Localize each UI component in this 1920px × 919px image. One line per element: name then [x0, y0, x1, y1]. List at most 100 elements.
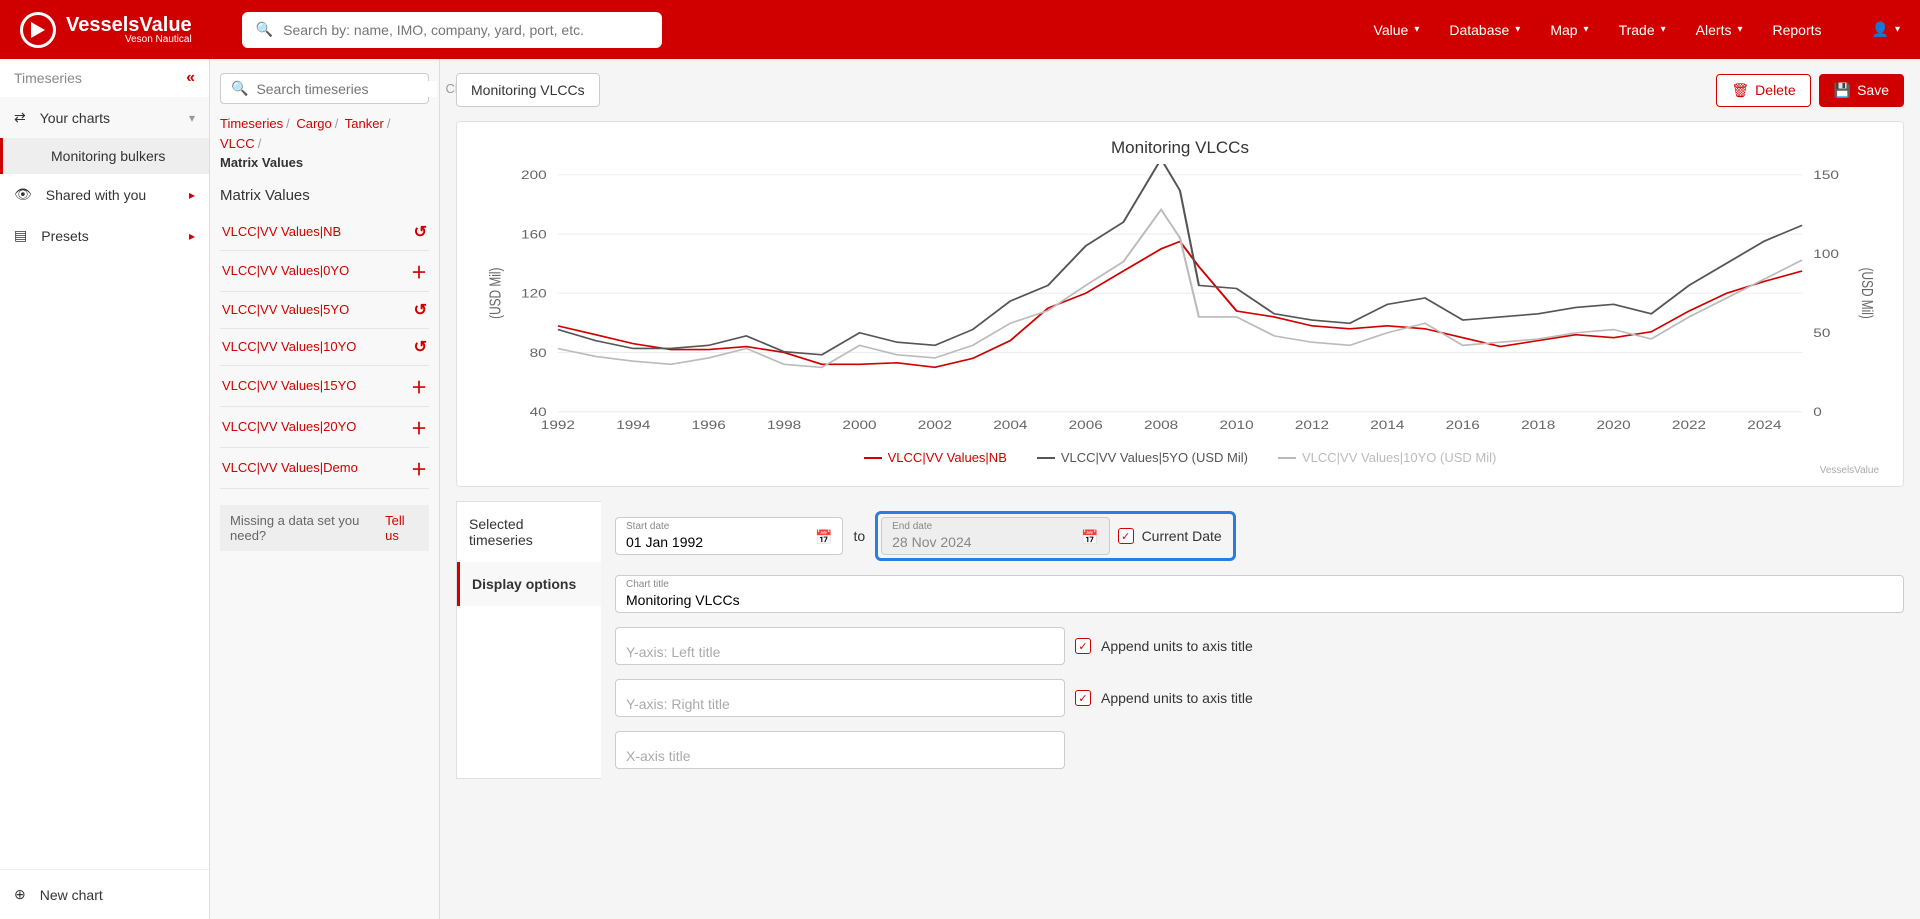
svg-text:1996: 1996	[692, 419, 727, 432]
plus-circle-icon: ⊕	[14, 886, 26, 903]
legend-item[interactable]: VLCC|VV Values|5YO (USD Mil)	[1037, 450, 1248, 465]
svg-text:2002: 2002	[918, 419, 952, 432]
user-menu[interactable]: 👤▾	[1872, 21, 1900, 38]
search-icon: 🔍	[231, 80, 248, 97]
timeseries-item[interactable]: VLCC|VV Values|5YO↺	[220, 292, 429, 329]
append-units-right-checkbox[interactable]: ✓	[1075, 690, 1091, 706]
svg-text:2000: 2000	[842, 419, 877, 432]
sidebar-chart-item[interactable]: Monitoring bulkers	[0, 138, 209, 174]
chevron-down-icon: ▾	[1661, 24, 1666, 35]
chart-canvas[interactable]: 4080120160200050100150199219941996199820…	[481, 164, 1879, 444]
svg-text:40: 40	[530, 406, 548, 419]
svg-text:80: 80	[530, 346, 548, 359]
global-search-input[interactable]	[283, 22, 648, 38]
chart-card: Monitoring VLCCs 40801201602000501001501…	[456, 121, 1904, 487]
timeseries-search-input[interactable]	[256, 81, 437, 97]
timeseries-item[interactable]: VLCC|VV Values|Demo＋	[220, 448, 429, 489]
tell-us-link[interactable]: Tell us	[385, 513, 419, 543]
svg-text:2016: 2016	[1446, 419, 1481, 432]
crumb-link[interactable]: Cargo	[296, 116, 331, 131]
top-nav: Value▾ Database▾ Map▾ Trade▾ Alerts▾ Rep…	[1374, 21, 1900, 38]
x-title-field[interactable]	[615, 731, 1065, 769]
logo-icon	[20, 12, 56, 48]
y-left-title-input[interactable]	[626, 634, 1054, 660]
timeseries-item[interactable]: VLCC|VV Values|10YO↺	[220, 329, 429, 366]
sidebar-collapse-icon[interactable]: «	[186, 69, 195, 87]
main-content: Monitoring VLCCs 🗑Delete 💾Save Monitorin…	[440, 59, 1920, 919]
chart-title-field[interactable]: Chart title	[615, 575, 1904, 613]
timeseries-search[interactable]: 🔍 Clear	[220, 73, 429, 104]
save-icon: 💾	[1834, 82, 1851, 99]
new-chart-button[interactable]: ⊕ New chart	[0, 869, 209, 919]
undo-icon[interactable]: ↺	[414, 337, 427, 357]
start-date-field[interactable]: Start date 📅	[615, 517, 843, 555]
undo-icon[interactable]: ↺	[414, 300, 427, 320]
sidebar-your-charts[interactable]: ⇄ Your charts ▾	[0, 97, 209, 138]
sidebar-presets[interactable]: ▤ Presets ▸	[0, 215, 209, 256]
chevron-down-icon: ▾	[1515, 24, 1520, 35]
plus-icon[interactable]: ＋	[411, 259, 427, 283]
panel-title: Matrix Values	[220, 187, 429, 204]
nav-database[interactable]: Database▾	[1449, 22, 1520, 38]
svg-text:50: 50	[1813, 327, 1831, 340]
plus-icon[interactable]: ＋	[411, 415, 427, 439]
timeseries-item[interactable]: VLCC|VV Values|NB↺	[220, 214, 429, 251]
nav-map[interactable]: Map▾	[1550, 22, 1588, 38]
chevron-right-icon: ▸	[189, 229, 195, 243]
brand-sub: Veson Nautical	[66, 35, 192, 45]
delete-button[interactable]: 🗑Delete	[1716, 74, 1810, 107]
end-date-field[interactable]: End date 📅	[881, 517, 1109, 555]
legend-item[interactable]: VLCC|VV Values|NB	[864, 450, 1007, 465]
svg-text:2012: 2012	[1295, 419, 1329, 432]
nav-alerts[interactable]: Alerts▾	[1696, 22, 1743, 38]
svg-text:0: 0	[1813, 406, 1822, 419]
crumb-link[interactable]: Tanker	[345, 116, 384, 131]
global-search[interactable]: 🔍	[242, 12, 662, 48]
watermark: VesselsValue	[481, 465, 1879, 476]
missing-data-prompt: Missing a data set you need? Tell us	[220, 505, 429, 551]
chart-legend: VLCC|VV Values|NB VLCC|VV Values|5YO (USD…	[481, 450, 1879, 465]
user-icon: 👤	[1872, 21, 1889, 38]
timeseries-item[interactable]: VLCC|VV Values|15YO＋	[220, 366, 429, 407]
chart-name-input[interactable]: Monitoring VLCCs	[456, 73, 600, 107]
y-left-title-field[interactable]	[615, 627, 1065, 665]
crumb-current: Matrix Values	[220, 155, 303, 170]
nav-reports[interactable]: Reports	[1773, 22, 1822, 38]
plus-icon[interactable]: ＋	[411, 374, 427, 398]
current-date-label: Current Date	[1142, 528, 1230, 544]
calendar-icon: 📅	[1081, 529, 1098, 546]
crumb-link[interactable]: Timeseries	[220, 116, 283, 131]
svg-text:(USD Mil): (USD Mil)	[487, 268, 504, 319]
plus-icon[interactable]: ＋	[411, 456, 427, 480]
sidebar: Timeseries « ⇄ Your charts ▾ Monitoring …	[0, 59, 210, 919]
chart-title-input[interactable]	[626, 582, 1893, 608]
tab-display-options[interactable]: Display options	[457, 562, 601, 606]
save-button[interactable]: 💾Save	[1819, 74, 1904, 107]
current-date-checkbox[interactable]: ✓	[1118, 528, 1134, 544]
svg-text:150: 150	[1813, 169, 1839, 182]
append-units-left-checkbox[interactable]: ✓	[1075, 638, 1091, 654]
calendar-icon[interactable]: 📅	[815, 529, 832, 546]
svg-text:1994: 1994	[616, 419, 651, 432]
chevron-down-icon: ▾	[189, 111, 195, 125]
nav-trade[interactable]: Trade▾	[1619, 22, 1666, 38]
nav-value[interactable]: Value▾	[1374, 22, 1420, 38]
y-right-title-input[interactable]	[626, 686, 1054, 712]
svg-text:2010: 2010	[1219, 419, 1254, 432]
timeseries-item[interactable]: VLCC|VV Values|0YO＋	[220, 251, 429, 292]
undo-icon[interactable]: ↺	[414, 222, 427, 242]
svg-text:2006: 2006	[1069, 419, 1104, 432]
chevron-down-icon: ▾	[1737, 24, 1742, 35]
y-right-title-field[interactable]	[615, 679, 1065, 717]
timeseries-item[interactable]: VLCC|VV Values|20YO＋	[220, 407, 429, 448]
crumb-link[interactable]: VLCC	[220, 136, 255, 151]
svg-text:2014: 2014	[1370, 419, 1405, 432]
sidebar-shared[interactable]: 👁 Shared with you ▸	[0, 174, 209, 215]
chart-title: Monitoring VLCCs	[481, 138, 1879, 158]
tab-selected-timeseries[interactable]: Selected timeseries	[457, 502, 601, 562]
brand-logo[interactable]: VesselsValue Veson Nautical	[20, 12, 192, 48]
to-label: to	[853, 528, 865, 544]
x-title-input[interactable]	[626, 738, 1054, 764]
legend-item[interactable]: VLCC|VV Values|10YO (USD Mil)	[1278, 450, 1496, 465]
chevron-down-icon: ▾	[1414, 24, 1419, 35]
